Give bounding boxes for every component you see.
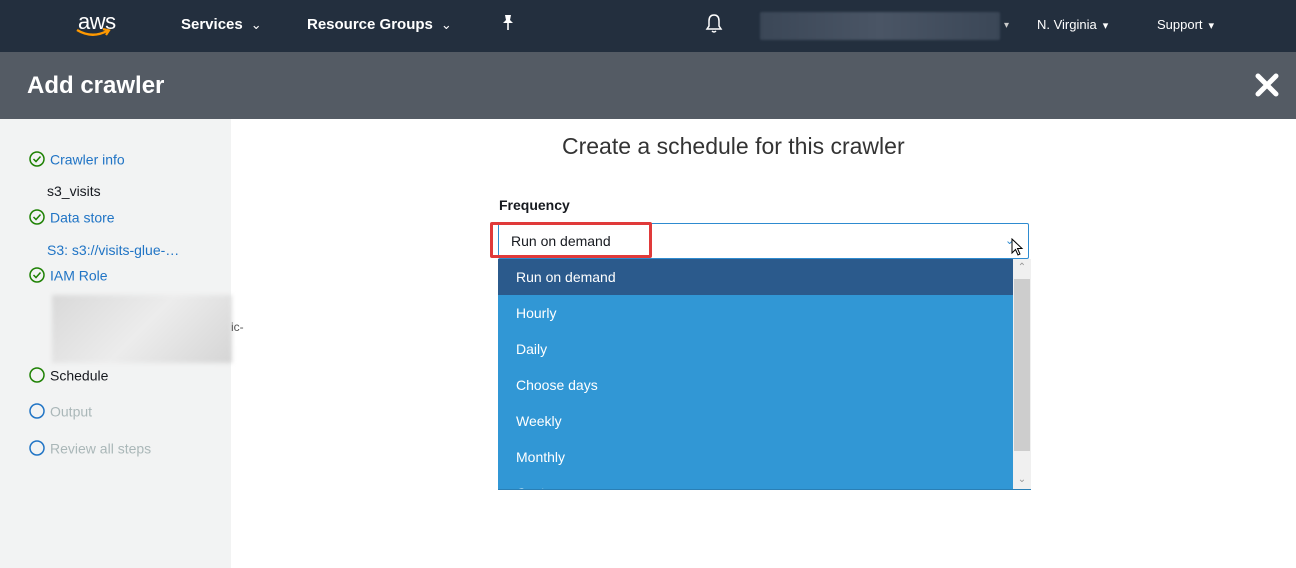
aws-logo[interactable]: aws (70, 4, 126, 48)
frequency-option[interactable]: Daily (498, 331, 1013, 367)
scrollbar-thumb[interactable] (1014, 279, 1030, 451)
account-menu-redacted[interactable] (760, 12, 1000, 40)
scroll-up-icon[interactable]: ⌃ (1013, 259, 1031, 277)
services-menu[interactable]: Services ⌄ (181, 16, 262, 33)
step-label: IAM Role (50, 267, 108, 284)
scroll-down-icon[interactable]: ⌄ (1013, 471, 1031, 489)
step-label: Crawler info (50, 151, 125, 168)
services-label: Services (181, 16, 243, 33)
step-detail-crawler-name: s3_visits (47, 183, 101, 199)
check-circle-icon (29, 209, 45, 226)
support-label: Support (1157, 17, 1203, 32)
chevron-down-icon: ▾ (1102, 20, 1109, 32)
circle-icon (29, 440, 45, 457)
frequency-option[interactable]: Weekly (498, 403, 1013, 439)
frequency-option[interactable]: Choose days (498, 367, 1013, 403)
frequency-option[interactable]: Custom (498, 475, 1013, 489)
step-label: Review all steps (50, 440, 152, 457)
top-nav: aws Services ⌄ Resource Groups ⌄ ▾ N. Virg… (0, 0, 1296, 52)
step-schedule[interactable]: Schedule (29, 366, 108, 383)
frequency-dropdown-list: Run on demand Hourly Daily Choose days W… (498, 259, 1031, 490)
support-menu[interactable]: Support ▾ (1157, 17, 1214, 32)
page-title: Add crawler (27, 72, 165, 99)
frequency-option[interactable]: Monthly (498, 439, 1013, 475)
region-label: N. Virginia (1037, 17, 1097, 32)
frequency-option[interactable]: Run on demand (498, 259, 1013, 295)
circle-icon (29, 403, 45, 420)
dropdown-scrollbar[interactable]: ⌃ ⌄ (1013, 259, 1031, 489)
frequency-label: Frequency (499, 197, 570, 213)
region-menu[interactable]: N. Virginia ▾ (1037, 17, 1108, 32)
step-detail-data-store: S3: s3://visits-glue-… (47, 242, 180, 258)
step-crawler-info[interactable]: Crawler info (29, 150, 125, 167)
circle-icon (29, 367, 45, 384)
frequency-option[interactable]: Hourly (498, 295, 1013, 331)
step-review[interactable]: Review all steps (29, 439, 151, 456)
close-icon[interactable] (1254, 72, 1280, 98)
iam-role-redacted (52, 295, 232, 363)
pin-icon[interactable] (500, 14, 516, 32)
check-circle-icon (29, 267, 45, 284)
wizard-titlebar: Add crawler (0, 52, 1296, 119)
chevron-down-icon: ▾ (1208, 20, 1215, 32)
step-label: Output (50, 403, 93, 420)
step-label: Schedule (50, 367, 109, 384)
aws-smile-icon (76, 28, 111, 36)
resource-groups-label: Resource Groups (307, 16, 433, 33)
step-data-store[interactable]: Data store (29, 208, 115, 225)
bell-icon[interactable] (705, 13, 723, 35)
step-label: Data store (50, 209, 115, 226)
resource-groups-menu[interactable]: Resource Groups ⌄ (307, 16, 452, 33)
step-iam-role[interactable]: IAM Role (29, 266, 108, 283)
step-output[interactable]: Output (29, 402, 92, 419)
annotation-highlight (490, 222, 652, 258)
check-circle-icon (29, 151, 45, 168)
iam-role-tail: ic- (231, 320, 244, 334)
chevron-down-icon: ⌄ (250, 17, 262, 32)
mouse-cursor-icon (1011, 238, 1024, 256)
chevron-down-icon: ⌄ (440, 17, 452, 32)
section-title: Create a schedule for this crawler (562, 133, 905, 159)
account-chevron-icon: ▾ (1004, 20, 1010, 31)
